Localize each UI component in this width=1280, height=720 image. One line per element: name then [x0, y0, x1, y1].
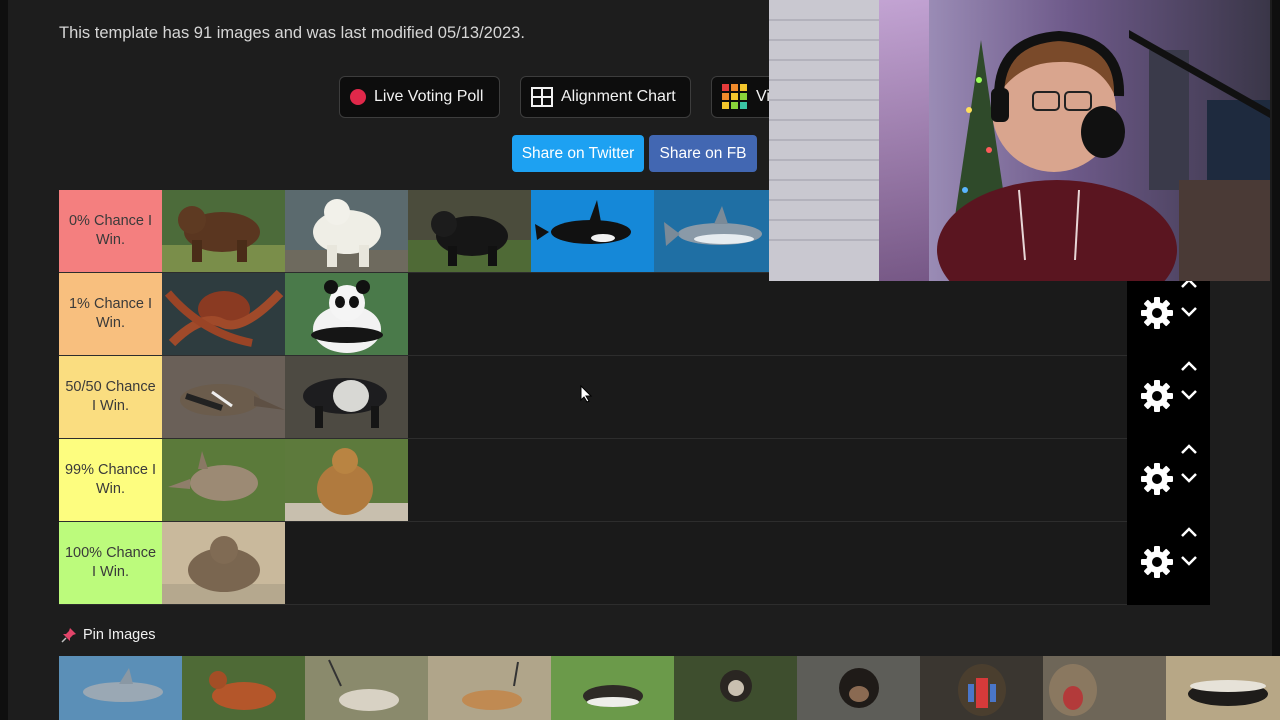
- share-facebook-button[interactable]: Share on FB: [649, 135, 757, 172]
- tier-controls-1: [1127, 273, 1210, 356]
- honey-badger-image[interactable]: [1166, 656, 1280, 720]
- black-bear-image[interactable]: [408, 190, 531, 272]
- giant-panda-image[interactable]: [285, 273, 408, 355]
- record-dot-icon: [350, 89, 366, 105]
- move-down-chevron-icon[interactable]: [1179, 471, 1199, 485]
- third-toolbar-label: Vi: [756, 88, 770, 105]
- live-voting-poll-button[interactable]: Live Voting Poll: [339, 76, 500, 118]
- octopus-image[interactable]: [162, 273, 285, 355]
- alignment-chart-button[interactable]: Alignment Chart: [520, 76, 691, 118]
- move-up-chevron-icon[interactable]: [1179, 442, 1199, 456]
- tier-label[interactable]: 50/50 Chance I Win.: [59, 356, 162, 438]
- grid-icon: [531, 87, 553, 107]
- mandrill-image[interactable]: [920, 656, 1043, 720]
- tier-items: [162, 273, 408, 355]
- tier-items: [162, 190, 777, 272]
- aardvark-image[interactable]: [162, 439, 285, 521]
- tier-row-1: 1% Chance I Win.: [59, 273, 1127, 356]
- orca-image[interactable]: [531, 190, 654, 272]
- settings-gear-icon[interactable]: [1141, 546, 1173, 578]
- pin-images-label: Pin Images: [83, 627, 156, 643]
- bongo-antelope-image[interactable]: [182, 656, 305, 720]
- groundhog-image[interactable]: [162, 522, 285, 604]
- image-pool: [59, 656, 1280, 720]
- move-down-chevron-icon[interactable]: [1179, 388, 1199, 402]
- chimpanzee-image[interactable]: [797, 656, 920, 720]
- live-voting-poll-label: Live Voting Poll: [374, 88, 484, 105]
- move-down-chevron-icon[interactable]: [1179, 305, 1199, 319]
- tier-label[interactable]: 0% Chance I Win.: [59, 190, 162, 272]
- tapir-image[interactable]: [285, 356, 408, 438]
- baboon-image[interactable]: [1043, 656, 1166, 720]
- oryx-image[interactable]: [305, 656, 428, 720]
- move-down-chevron-icon[interactable]: [1179, 554, 1199, 568]
- template-info-text: This template has 91 images and was last…: [59, 24, 525, 42]
- streamer-webcam: [769, 0, 1270, 281]
- tier-label[interactable]: 100% Chance I Win.: [59, 522, 162, 604]
- settings-gear-icon[interactable]: [1141, 297, 1173, 329]
- tier-items: [162, 439, 408, 521]
- move-up-chevron-icon[interactable]: [1179, 525, 1199, 539]
- brown-bear-image[interactable]: [162, 190, 285, 272]
- great-white-shark-image[interactable]: [654, 190, 777, 272]
- move-up-chevron-icon[interactable]: [1179, 359, 1199, 373]
- pushpin-icon: [61, 628, 76, 643]
- tier-row-4: 100% Chance I Win.: [59, 522, 1127, 605]
- blackbuck-image[interactable]: [551, 656, 674, 720]
- tier-label[interactable]: 99% Chance I Win.: [59, 439, 162, 521]
- prairie-dog-image[interactable]: [285, 439, 408, 521]
- dolphin-image[interactable]: [59, 656, 182, 720]
- tier-controls-3: [1127, 439, 1210, 522]
- alignment-chart-label: Alignment Chart: [561, 88, 676, 105]
- mouse-cursor-icon: [580, 385, 593, 403]
- settings-gear-icon[interactable]: [1141, 380, 1173, 412]
- polar-bear-image[interactable]: [285, 190, 408, 272]
- settings-gear-icon[interactable]: [1141, 463, 1173, 495]
- tier-row-3: 99% Chance I Win.: [59, 439, 1127, 522]
- tier-items: [162, 356, 408, 438]
- color-grid-icon: [722, 84, 747, 109]
- giant-anteater-image[interactable]: [162, 356, 285, 438]
- tier-items: [162, 522, 285, 604]
- gazelle-image[interactable]: [428, 656, 551, 720]
- tier-label[interactable]: 1% Chance I Win.: [59, 273, 162, 355]
- pin-images-title: Pin Images: [61, 627, 156, 643]
- tier-controls-2: [1127, 356, 1210, 439]
- webcam-overlay: [769, 0, 1270, 281]
- tier-controls-4: [1127, 522, 1210, 605]
- gibbon-image[interactable]: [674, 656, 797, 720]
- share-twitter-button[interactable]: Share on Twitter: [512, 135, 644, 172]
